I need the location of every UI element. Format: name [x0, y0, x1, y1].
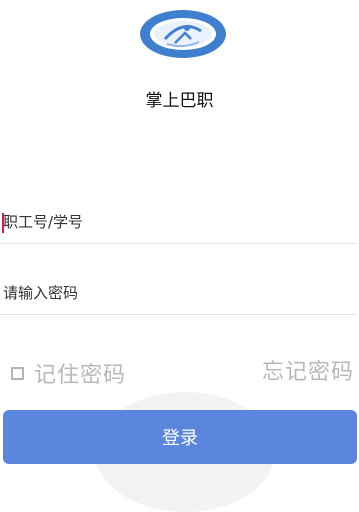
remember-password-toggle[interactable]: 记住密码	[11, 358, 126, 388]
username-field[interactable]	[0, 203, 357, 244]
login-button[interactable]: 登录	[3, 410, 357, 464]
checkbox-icon[interactable]	[11, 366, 24, 380]
forgot-password-link[interactable]: 忘记密码	[262, 358, 354, 388]
app-title: 掌上巴职	[145, 91, 214, 111]
password-input[interactable]	[3, 274, 343, 312]
remember-password-label: 记住密码	[34, 363, 127, 388]
password-field[interactable]	[0, 274, 357, 315]
school-logo	[139, 9, 227, 59]
username-input[interactable]	[3, 203, 343, 241]
